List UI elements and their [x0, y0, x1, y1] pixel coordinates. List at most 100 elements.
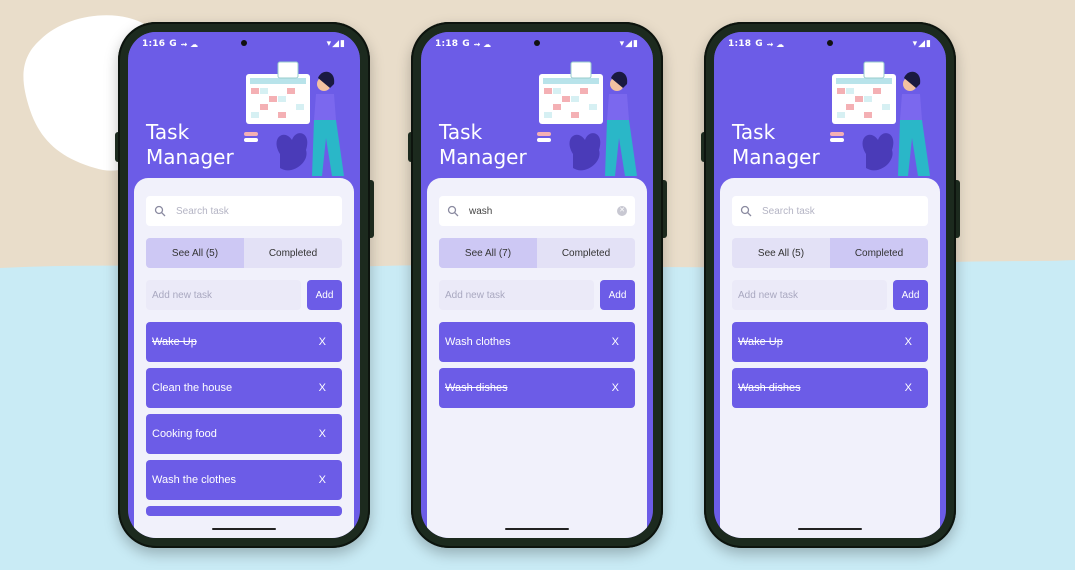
- add-button[interactable]: Add: [307, 280, 342, 310]
- search-icon: [154, 205, 166, 217]
- app-title-line1: Task: [732, 120, 776, 144]
- task-text: Wash dishes: [445, 382, 508, 394]
- clear-search-icon[interactable]: ✕: [617, 206, 627, 216]
- signal-battery-icons: ▾◢▮: [619, 39, 639, 49]
- task-item[interactable]: Wash dishes X: [732, 368, 928, 408]
- search-input[interactable]: Search task: [732, 196, 928, 226]
- new-task-input[interactable]: Add new task: [146, 280, 301, 310]
- calendar-woman-illustration-icon: [537, 61, 637, 176]
- task-text: Wash the clothes: [152, 474, 236, 486]
- app-header: Task Manager: [421, 56, 653, 180]
- phone-mockup: 1:18 G ⇝ ☁ ▾◢▮ Task Manager: [408, 22, 667, 548]
- task-text: Wash dishes: [738, 382, 801, 394]
- status-time: 1:18: [435, 39, 459, 49]
- task-item[interactable]: Cooking food X: [146, 414, 342, 454]
- search-placeholder: Search task: [176, 205, 229, 217]
- google-icon: G: [462, 39, 470, 49]
- task-text: Wake Up: [152, 336, 197, 348]
- delete-task-button[interactable]: X: [905, 382, 912, 394]
- phone-screen: 1:16 G ⇝ ☁ ▾◢▮ Task Manager Search task …: [128, 32, 360, 538]
- search-placeholder: Search task: [762, 205, 815, 217]
- task-item[interactable]: Wash clothes X: [439, 322, 635, 362]
- task-item[interactable]: [146, 506, 342, 516]
- phone-mockup: 1:18 G ⇝ ☁ ▾◢▮ Task Manager: [701, 22, 960, 548]
- notification-icons: ⇝ ☁: [766, 39, 785, 49]
- new-task-input[interactable]: Add new task: [439, 280, 594, 310]
- home-indicator[interactable]: [212, 528, 276, 530]
- search-icon: [740, 205, 752, 217]
- app-title-line2: Manager: [732, 145, 820, 169]
- calendar-woman-illustration-icon: [830, 61, 930, 176]
- signal-battery-icons: ▾◢▮: [326, 39, 346, 49]
- delete-task-button[interactable]: X: [905, 336, 912, 348]
- app-title-line1: Task: [439, 120, 483, 144]
- task-panel: wash ✕ See All (7) Completed Add new tas…: [427, 178, 647, 538]
- app-title-line1: Task: [146, 120, 190, 144]
- task-text: Clean the house: [152, 382, 233, 394]
- task-item[interactable]: Wake Up X: [732, 322, 928, 362]
- tab-completed[interactable]: Completed: [830, 238, 928, 268]
- notification-icons: ⇝ ☁: [180, 39, 199, 49]
- task-panel: Search task See All (5) Completed Add ne…: [134, 178, 354, 538]
- delete-task-button[interactable]: X: [612, 382, 619, 394]
- task-list: Wake Up X Clean the house X Cooking food X …: [146, 322, 342, 522]
- add-button[interactable]: Add: [893, 280, 928, 310]
- tab-completed[interactable]: Completed: [244, 238, 342, 268]
- front-camera: [827, 40, 833, 46]
- task-text: Wake Up: [738, 336, 783, 348]
- tab-see-all[interactable]: See All (5): [146, 238, 244, 268]
- app-title: Task Manager: [732, 120, 820, 170]
- volume-button: [408, 132, 411, 162]
- home-indicator[interactable]: [798, 528, 862, 530]
- delete-task-button[interactable]: X: [612, 336, 619, 348]
- volume-button: [115, 132, 118, 162]
- new-task-input[interactable]: Add new task: [732, 280, 887, 310]
- delete-task-button[interactable]: X: [319, 428, 326, 440]
- phone-screen: 1:18 G ⇝ ☁ ▾◢▮ Task Manager: [421, 32, 653, 538]
- tab-completed[interactable]: Completed: [537, 238, 635, 268]
- app-title-line2: Manager: [439, 145, 527, 169]
- tab-see-all[interactable]: See All (7): [439, 238, 537, 268]
- task-text: Wash clothes: [445, 336, 511, 348]
- tab-see-all[interactable]: See All (5): [732, 238, 830, 268]
- add-task-row: Add new task Add: [732, 280, 928, 310]
- phone-screen: 1:18 G ⇝ ☁ ▾◢▮ Task Manager: [714, 32, 946, 538]
- calendar-woman-illustration-icon: [244, 61, 344, 176]
- notification-icons: ⇝ ☁: [473, 39, 492, 49]
- front-camera: [241, 40, 247, 46]
- search-value: wash: [469, 205, 493, 217]
- task-item[interactable]: Wash the clothes X: [146, 460, 342, 500]
- task-item[interactable]: Clean the house X: [146, 368, 342, 408]
- task-list: Wake Up X Wash dishes X: [732, 322, 928, 414]
- app-title-line2: Manager: [146, 145, 234, 169]
- search-input[interactable]: Search task: [146, 196, 342, 226]
- status-time: 1:16: [142, 39, 166, 49]
- power-button: [370, 180, 374, 238]
- app-title: Task Manager: [146, 120, 234, 170]
- task-text: Cooking food: [152, 428, 217, 440]
- task-item[interactable]: Wash dishes X: [439, 368, 635, 408]
- search-input[interactable]: wash ✕: [439, 196, 635, 226]
- app-header: Task Manager: [128, 56, 360, 180]
- task-item[interactable]: Wake Up X: [146, 322, 342, 362]
- add-button[interactable]: Add: [600, 280, 635, 310]
- power-button: [663, 180, 667, 238]
- search-icon: [447, 205, 459, 217]
- phone-mockup: 1:16 G ⇝ ☁ ▾◢▮ Task Manager Search task …: [115, 22, 374, 548]
- delete-task-button[interactable]: X: [319, 382, 326, 394]
- task-panel: Search task See All (5) Completed Add ne…: [720, 178, 940, 538]
- home-indicator[interactable]: [505, 528, 569, 530]
- app-header: Task Manager: [714, 56, 946, 180]
- app-title: Task Manager: [439, 120, 527, 170]
- google-icon: G: [169, 39, 177, 49]
- front-camera: [534, 40, 540, 46]
- delete-task-button[interactable]: X: [319, 474, 326, 486]
- task-list: Wash clothes X Wash dishes X: [439, 322, 635, 414]
- volume-button: [701, 132, 704, 162]
- filter-tabs: See All (7) Completed: [439, 238, 635, 268]
- google-icon: G: [755, 39, 763, 49]
- signal-battery-icons: ▾◢▮: [912, 39, 932, 49]
- filter-tabs: See All (5) Completed: [732, 238, 928, 268]
- add-task-row: Add new task Add: [439, 280, 635, 310]
- delete-task-button[interactable]: X: [319, 336, 326, 348]
